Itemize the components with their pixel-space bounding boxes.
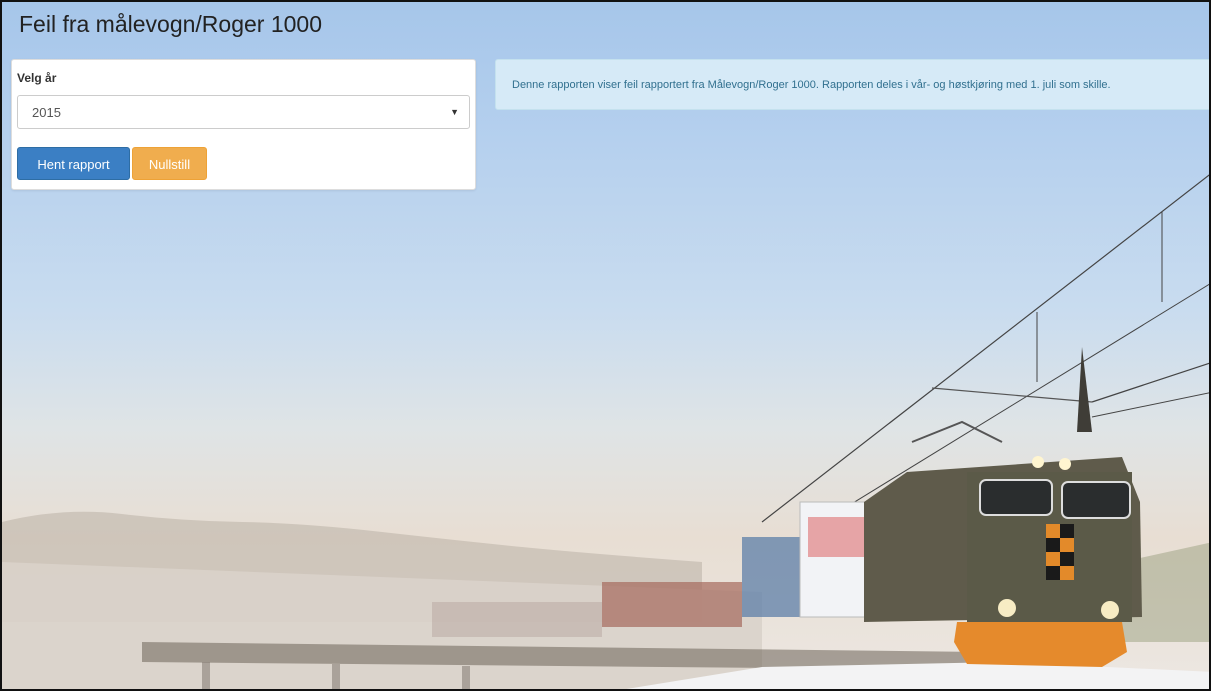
info-alert: Denne rapporten viser feil rapportert fr… [495, 59, 1209, 110]
filter-panel: Velg år 2015 ▼ Hent rapport Nullstill [11, 59, 476, 190]
chevron-down-icon: ▼ [450, 107, 459, 117]
fetch-report-button[interactable]: Hent rapport [17, 147, 130, 180]
year-select[interactable]: 2015 ▼ [17, 95, 470, 129]
year-select-label: Velg år [17, 71, 57, 85]
year-select-value: 2015 [32, 105, 61, 120]
info-text: Denne rapporten viser feil rapportert fr… [512, 79, 1111, 91]
page-title: Feil fra målevogn/Roger 1000 [19, 11, 322, 37]
page-frame: Feil fra målevogn/Roger 1000 Velg år 201… [0, 0, 1211, 691]
reset-button[interactable]: Nullstill [132, 147, 207, 180]
